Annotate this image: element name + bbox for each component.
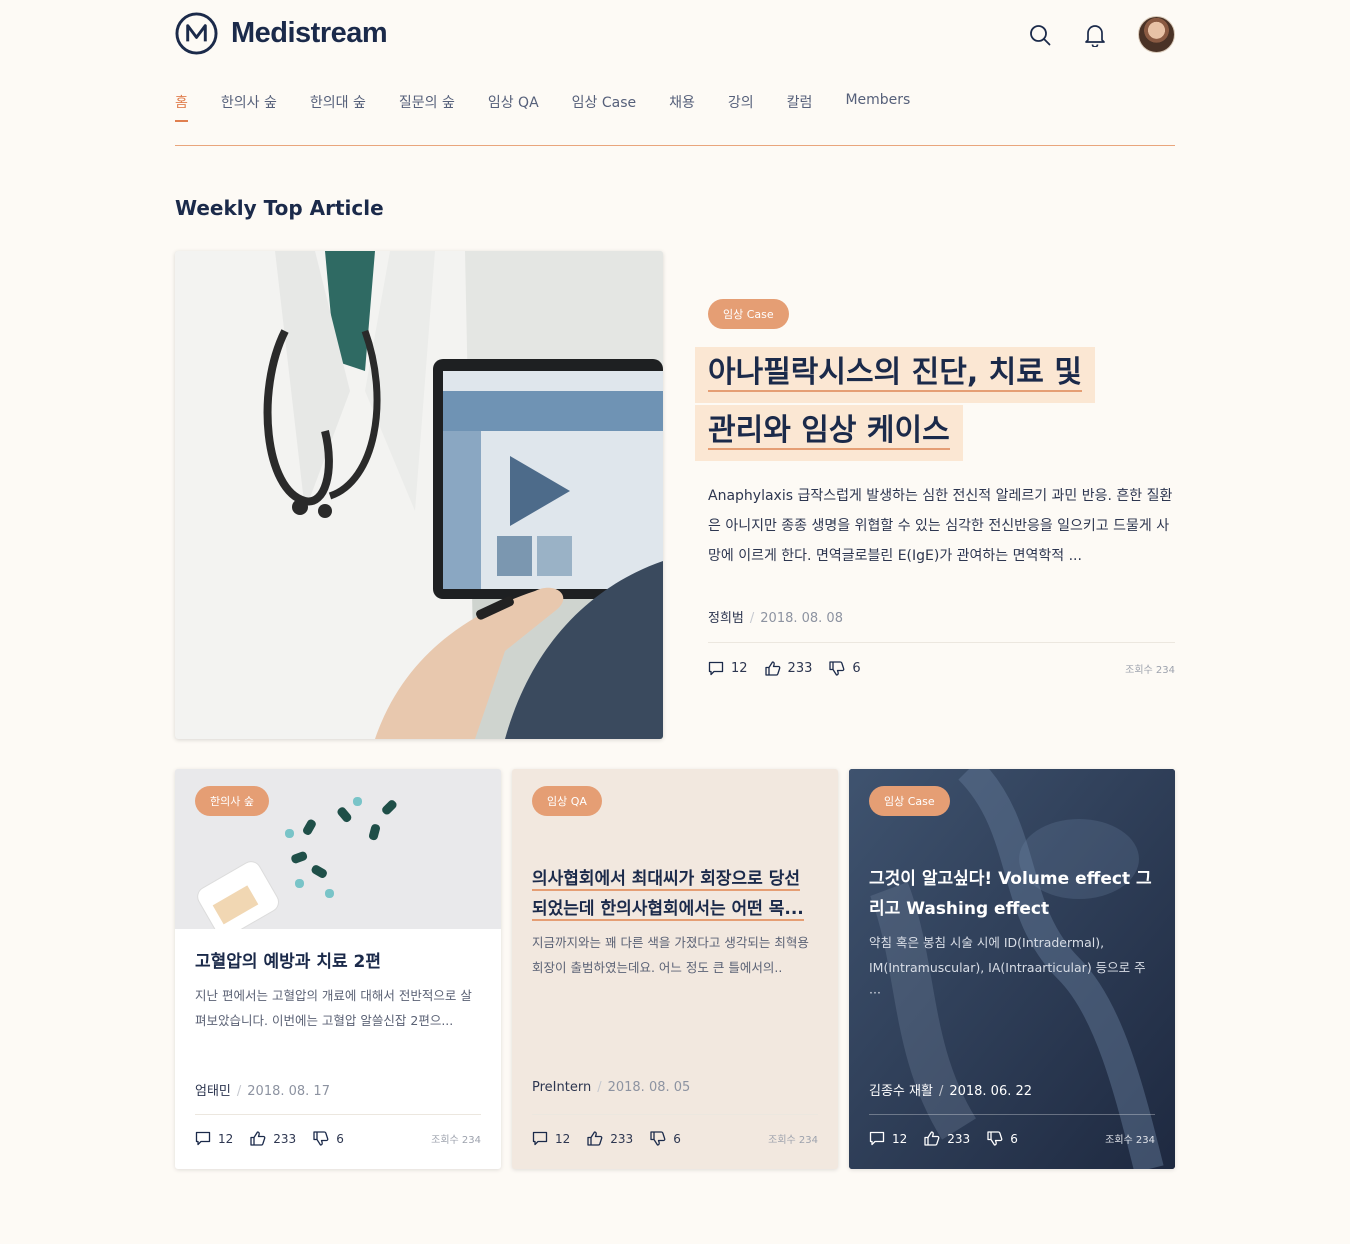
- comments-count[interactable]: 12: [869, 1131, 907, 1146]
- article-stats: 12 233 6 조회수 234: [708, 642, 1175, 676]
- like-button[interactable]: 233: [764, 661, 812, 676]
- nav-item-lectures[interactable]: 강의: [728, 92, 754, 122]
- page: Medistream 홈 한의사 숲 한의대 숲 질문의 숲 임상 QA 임상 …: [175, 0, 1175, 1169]
- thumbs-up-icon: [764, 661, 780, 676]
- section-title: Weekly Top Article: [175, 196, 384, 220]
- bell-icon: [1085, 24, 1105, 47]
- thumbs-up-icon: [250, 1131, 266, 1146]
- card-title: 의사협회에서 최대씨가 회장으로 당선 되었는데 한의사협회에서는 어떤 목..…: [532, 864, 818, 924]
- nav-item-doctor-forest[interactable]: 한의사 숲: [221, 92, 277, 122]
- card-title: 그것이 알고싶다! Volume effect 그리고 Washing effe…: [869, 869, 1152, 919]
- featured-article-title[interactable]: 아나필락시스의 진단, 치료 및 관리와 임상 케이스: [695, 347, 1175, 463]
- comment-icon: [195, 1131, 211, 1146]
- like-button[interactable]: 233: [924, 1131, 970, 1146]
- doctor-with-tablet-illustration: [175, 251, 663, 739]
- main-nav: 홈 한의사 숲 한의대 숲 질문의 숲 임상 QA 임상 Case 채용 강의 …: [175, 92, 1175, 146]
- comment-icon: [869, 1131, 885, 1146]
- article-card[interactable]: 한의사 숲 고혈압의 예방과 치료 2편 지난 편에서는 고혈압의 개료에 대해…: [175, 769, 501, 1169]
- publish-date: 2018. 08. 17: [247, 1084, 330, 1099]
- comments-count[interactable]: 12: [708, 661, 748, 676]
- card-title-line-2: 되었는데 한의사협회에서는 어떤 목...: [532, 899, 804, 921]
- logo[interactable]: Medistream: [175, 12, 388, 55]
- article-meta: 엄태민/2018. 08. 17: [195, 1084, 330, 1099]
- article-stats: 12 233 6 조회수 234: [195, 1114, 481, 1146]
- thumbs-up-icon: [587, 1131, 603, 1146]
- category-tag[interactable]: 임상 QA: [532, 786, 602, 816]
- article-card[interactable]: 임상 Case 그것이 알고싶다! Volume effect 그리고 Wash…: [849, 769, 1175, 1169]
- thumbs-down-icon: [987, 1131, 1003, 1146]
- nav-item-home[interactable]: 홈: [175, 92, 188, 122]
- comments-count[interactable]: 12: [195, 1131, 233, 1146]
- thumbs-down-icon: [313, 1131, 329, 1146]
- category-tag[interactable]: 임상 Case: [708, 299, 789, 329]
- comment-icon: [532, 1131, 548, 1146]
- card-description: 지난 편에서는 고혈압의 개료에 대해서 전반적으로 살펴보았습니다. 이번에는…: [195, 988, 472, 1028]
- title-line-2: 관리와 임상 케이스: [708, 413, 950, 450]
- nav-item-question-forest[interactable]: 질문의 숲: [399, 92, 455, 122]
- author-name[interactable]: PreIntern: [532, 1080, 591, 1095]
- featured-article-description: Anaphylaxis 급작스럽게 발생하는 심한 전신적 알레르기 과민 반응…: [708, 488, 1173, 564]
- dislike-button[interactable]: 6: [829, 661, 861, 676]
- thumbs-down-icon: [650, 1131, 666, 1146]
- dislike-button[interactable]: 6: [650, 1131, 681, 1146]
- nav-item-members[interactable]: Members: [845, 92, 910, 122]
- like-button[interactable]: 233: [250, 1131, 296, 1146]
- search-button[interactable]: [1028, 23, 1052, 47]
- medistream-logo-icon: [175, 12, 218, 55]
- nav-item-clinical-qa[interactable]: 임상 QA: [488, 92, 539, 122]
- card-description: 약침 혹은 봉침 시술 시에 ID(Intradermal), IM(Intra…: [869, 935, 1146, 1000]
- title-line-1: 아나필락시스의 진단, 치료 및: [708, 355, 1082, 392]
- featured-article-image[interactable]: [175, 251, 663, 739]
- view-count: 조회수 234: [1105, 1135, 1155, 1146]
- user-avatar[interactable]: [1138, 16, 1175, 53]
- view-count: 조회수 234: [768, 1135, 818, 1146]
- search-icon: [1030, 24, 1051, 45]
- nav-item-jobs[interactable]: 채용: [669, 92, 695, 122]
- category-tag[interactable]: 한의사 숲: [195, 786, 269, 816]
- header-actions: [1028, 16, 1175, 53]
- publish-date: 2018. 06. 22: [949, 1084, 1033, 1099]
- comment-icon: [708, 661, 724, 676]
- view-count: 조회수 234: [431, 1135, 481, 1146]
- comments-count[interactable]: 12: [532, 1131, 570, 1146]
- header: Medistream: [175, 0, 1175, 70]
- like-button[interactable]: 233: [587, 1131, 633, 1146]
- article-meta: 정희범/2018. 08. 08: [708, 611, 843, 626]
- article-stats: 12 233 6 조회수 234: [869, 1114, 1155, 1146]
- author-name[interactable]: 엄태민: [195, 1084, 231, 1099]
- card-title-line-1: 의사협회에서 최대씨가 회장으로 당선: [532, 869, 800, 891]
- notifications-button[interactable]: [1083, 23, 1107, 47]
- article-stats: 12 233 6 조회수 234: [532, 1114, 818, 1146]
- brand-name: Medistream: [231, 17, 388, 49]
- card-title: 고혈압의 예방과 치료 2편: [195, 952, 381, 972]
- article-meta: PreIntern/2018. 08. 05: [532, 1080, 691, 1095]
- dislike-button[interactable]: 6: [313, 1131, 344, 1146]
- thumbs-up-icon: [924, 1131, 940, 1146]
- author-name[interactable]: 정희범: [708, 611, 744, 626]
- dislike-button[interactable]: 6: [987, 1131, 1018, 1146]
- publish-date: 2018. 08. 05: [607, 1080, 691, 1095]
- card-description: 지금까지와는 꽤 다른 색을 가졌다고 생각되는 최혁용 회장이 출범하였는데요…: [532, 935, 809, 975]
- author-name[interactable]: 김종수 재활: [869, 1084, 933, 1099]
- article-meta: 김종수 재활/2018. 06. 22: [869, 1084, 1033, 1099]
- view-count: 조회수 234: [1125, 665, 1175, 676]
- featured-article: 임상 Case 아나필락시스의 진단, 치료 및 관리와 임상 케이스 Anap…: [695, 299, 1175, 676]
- nav-item-college-forest[interactable]: 한의대 숲: [310, 92, 366, 122]
- nav-item-clinical-case[interactable]: 임상 Case: [572, 92, 636, 122]
- article-card[interactable]: 임상 QA 의사협회에서 최대씨가 회장으로 당선 되었는데 한의사협회에서는 …: [512, 769, 838, 1169]
- publish-date: 2018. 08. 08: [760, 611, 843, 626]
- nav-item-columns[interactable]: 칼럼: [787, 92, 813, 122]
- thumbs-down-icon: [829, 661, 845, 676]
- category-tag[interactable]: 임상 Case: [869, 786, 950, 816]
